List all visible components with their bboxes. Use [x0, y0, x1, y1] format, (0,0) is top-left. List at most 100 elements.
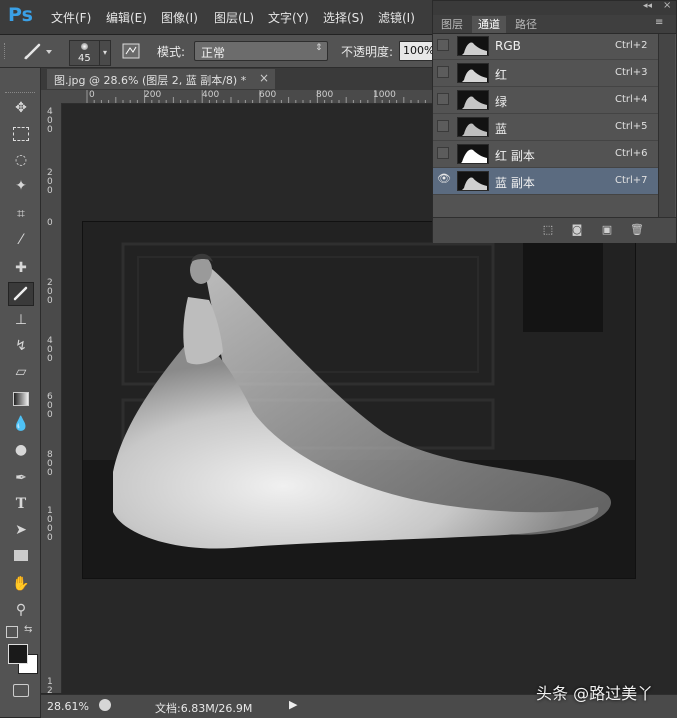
blur-tool-icon[interactable]: 💧 — [8, 412, 34, 436]
brush-panel-toggle-icon[interactable] — [121, 42, 141, 60]
menu-file[interactable]: 文件(F) — [51, 9, 91, 26]
menu-layer[interactable]: 图层(L) — [214, 9, 254, 26]
brush-size-dropdown[interactable]: ▾ — [99, 40, 111, 66]
close-icon[interactable]: × — [259, 71, 269, 85]
channel-shortcut: Ctrl+4 — [615, 94, 648, 105]
channel-row[interactable]: 红 Ctrl+3 — [433, 60, 658, 87]
ruler-label: 4 0 0 — [47, 107, 53, 135]
visibility-toggle[interactable] — [437, 39, 449, 51]
channel-thumbnail — [457, 90, 489, 110]
eye-icon[interactable]: 👁 — [437, 173, 451, 186]
move-tool-icon[interactable]: ✥ — [8, 96, 34, 120]
menu-image[interactable]: 图像(I) — [161, 9, 198, 26]
blend-mode-select[interactable]: 正常 ⇕ — [194, 41, 328, 61]
quick-mask-icon[interactable] — [8, 678, 34, 702]
watermark: 头条 @路过美丫 — [536, 684, 654, 703]
channel-shortcut: Ctrl+6 — [615, 148, 648, 159]
document-tab[interactable]: 图.jpg @ 28.6% (图层 2, 蓝 副本/8) * × — [47, 69, 275, 89]
ruler-label: 600 — [259, 90, 277, 100]
brush-tool-icon[interactable] — [8, 282, 34, 306]
channel-shortcut: Ctrl+3 — [615, 67, 648, 78]
ruler-label: 400 — [202, 90, 220, 100]
brush-size-preview[interactable]: 45 — [69, 40, 101, 66]
brush-preset-picker[interactable] — [22, 41, 56, 61]
panel-menu-icon[interactable]: ≡ — [655, 17, 663, 28]
select-arrows-icon: ⇕ — [315, 43, 323, 53]
history-brush-tool-icon[interactable]: ↯ — [8, 334, 34, 358]
channel-name: 蓝 副本 — [495, 176, 535, 190]
channel-thumbnail — [457, 144, 489, 164]
blend-mode-value: 正常 — [201, 46, 226, 60]
visibility-toggle[interactable] — [437, 120, 449, 132]
opacity-value: 100% — [403, 44, 435, 57]
zoom-level[interactable]: 28.61% — [47, 700, 89, 713]
status-menu-arrow-icon[interactable]: ▶ — [289, 698, 297, 711]
collapse-panel-icon[interactable]: ◂◂ — [643, 1, 652, 11]
tab-layers[interactable]: 图层 — [435, 16, 469, 33]
tab-channels[interactable]: 通道 — [472, 16, 506, 33]
default-colors-icon[interactable] — [6, 626, 18, 638]
channel-row[interactable]: 蓝 Ctrl+5 — [433, 114, 658, 141]
zoom-tool-icon[interactable]: ⚲ — [8, 598, 34, 622]
hand-tool-icon[interactable]: ✋ — [8, 572, 34, 596]
new-channel-icon[interactable]: ▣ — [600, 224, 614, 236]
menu-filter[interactable]: 滤镜(I) — [378, 9, 415, 26]
channel-thumbnail — [457, 63, 489, 83]
ruler-label: 8 0 0 — [47, 450, 53, 478]
channel-row[interactable]: RGB Ctrl+2 — [433, 33, 658, 60]
panel-tabs: 图层 通道 路径 ≡ — [433, 15, 676, 34]
dodge-tool-icon[interactable]: ● — [8, 438, 34, 462]
channel-name: 蓝 — [495, 122, 508, 136]
magic-wand-tool-icon[interactable]: ✦ — [8, 174, 34, 198]
ruler-label: 4 0 0 — [47, 336, 53, 364]
menu-select[interactable]: 选择(S) — [323, 9, 364, 26]
channel-row[interactable]: 绿 Ctrl+4 — [433, 87, 658, 114]
save-selection-icon[interactable]: ◙ — [570, 224, 584, 236]
document-image[interactable] — [83, 222, 635, 578]
close-panel-icon[interactable]: × — [663, 0, 671, 11]
crop-tool-icon[interactable]: ⌗ — [8, 202, 34, 226]
visibility-toggle[interactable] — [437, 147, 449, 159]
ruler-label: 800 — [316, 90, 334, 100]
visibility-toggle[interactable] — [437, 93, 449, 105]
panel-scrollbar[interactable] — [658, 34, 675, 217]
panel-footer: ⬚ ◙ ▣ 🗑 — [433, 217, 676, 243]
share-icon[interactable] — [99, 699, 111, 711]
channel-name: RGB — [495, 39, 521, 53]
channel-thumbnail — [457, 36, 489, 56]
clone-stamp-tool-icon[interactable]: ⊥ — [8, 308, 34, 332]
rectangle-tool-icon[interactable] — [8, 544, 34, 568]
eraser-tool-icon[interactable]: ▱ — [8, 360, 34, 384]
gradient-tool-icon[interactable] — [8, 386, 34, 410]
channel-shortcut: Ctrl+5 — [615, 121, 648, 132]
brush-icon — [24, 43, 52, 60]
lasso-tool-icon[interactable]: ◌ — [8, 148, 34, 172]
type-tool-icon[interactable]: T — [8, 492, 34, 516]
channel-name: 红 副本 — [495, 149, 535, 163]
opacity-input[interactable]: 100% — [399, 41, 434, 61]
menu-type[interactable]: 文字(Y) — [268, 9, 309, 26]
brush-size-value: 45 — [78, 53, 91, 64]
load-selection-icon[interactable]: ⬚ — [541, 224, 555, 236]
pen-tool-icon[interactable]: ✒ — [8, 466, 34, 490]
channel-name: 红 — [495, 68, 508, 82]
channel-thumbnail — [457, 117, 489, 137]
delete-channel-icon[interactable]: 🗑 — [630, 224, 644, 236]
channel-row-selected[interactable]: 👁 蓝 副本 Ctrl+7 — [433, 168, 658, 195]
toolbox: ✥ ◌ ✦ ⌗ ⁄ ✚ ⊥ ↯ ▱ 💧 ● ✒ T ➤ ✋ ⚲ ⇆ — [0, 68, 41, 717]
channel-row[interactable]: 红 副本 Ctrl+6 — [433, 141, 658, 168]
document-info: 文档:6.83M/26.9M — [155, 702, 253, 715]
vertical-ruler: 4 0 0 2 0 0 0 2 0 0 4 0 0 6 0 0 8 0 0 1 … — [41, 103, 62, 696]
marquee-tool-icon[interactable] — [8, 122, 34, 146]
eyedropper-tool-icon[interactable]: ⁄ — [8, 228, 34, 252]
menu-edit[interactable]: 编辑(E) — [106, 9, 147, 26]
swap-colors-icon[interactable]: ⇆ — [24, 624, 32, 635]
healing-brush-tool-icon[interactable]: ✚ — [8, 256, 34, 280]
foreground-color-swatch[interactable] — [8, 644, 28, 664]
tab-paths[interactable]: 路径 — [509, 16, 543, 33]
visibility-toggle[interactable] — [437, 66, 449, 78]
channel-thumbnail — [457, 171, 489, 191]
ruler-label: 2 0 0 — [47, 168, 53, 196]
wedding-photo — [83, 222, 635, 578]
path-selection-tool-icon[interactable]: ➤ — [8, 518, 34, 542]
